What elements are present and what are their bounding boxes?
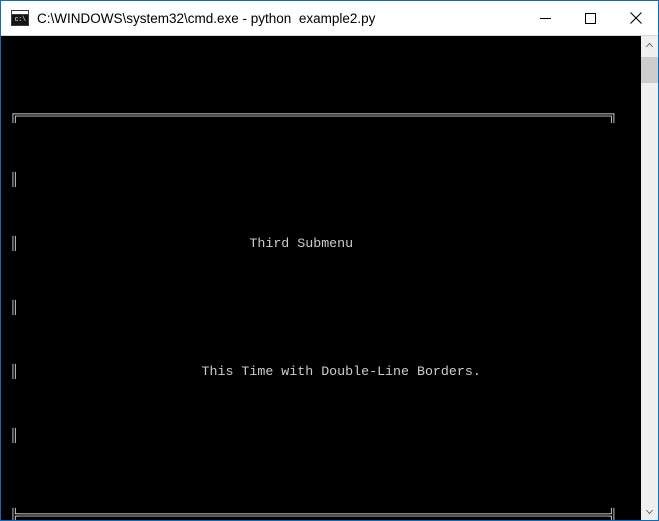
maximize-button[interactable] xyxy=(568,1,613,35)
menu-header-title-row: ║ Third Submenu xyxy=(1,236,640,252)
window-title: C:\WINDOWS\system32\cmd.exe - python exa… xyxy=(37,10,376,26)
console-icon: c:\ xyxy=(11,10,29,26)
vertical-scrollbar[interactable] xyxy=(640,36,658,520)
border-left: ║ xyxy=(10,172,18,187)
close-button[interactable] xyxy=(613,1,658,35)
border-left: ║ xyxy=(10,364,18,379)
menu-subtitle: This Time with Double-Line Borders. xyxy=(201,364,481,379)
border-left: ║ xyxy=(10,300,18,315)
border-left: ║ xyxy=(10,428,18,443)
minimize-button[interactable] xyxy=(523,1,568,35)
scroll-up-arrow[interactable] xyxy=(641,36,658,53)
header-blank-row-1: ║ xyxy=(1,172,640,188)
console-window: c:\ C:\WINDOWS\system32\cmd.exe - python… xyxy=(0,0,659,521)
scrollbar-track[interactable] xyxy=(641,53,658,503)
scroll-down-arrow[interactable] xyxy=(641,503,658,520)
header-blank-row-2: ║ xyxy=(1,300,640,316)
header-blank-row-3: ║ xyxy=(1,428,640,444)
menu-header-subtitle-row: ║ This Time with Double-Line Borders. xyxy=(1,364,640,380)
console-icon-glyph: c:\ xyxy=(12,15,28,25)
menu-border-top: ╔═══════════════════════════════════════… xyxy=(10,108,617,123)
console-output[interactable]: ╔═══════════════════════════════════════… xyxy=(1,36,640,520)
menu-border-middle-1: ╠═══════════════════════════════════════… xyxy=(10,508,617,520)
scroll-thumb[interactable] xyxy=(641,57,658,83)
title-bar[interactable]: c:\ C:\WINDOWS\system32\cmd.exe - python… xyxy=(1,1,658,36)
border-left: ║ xyxy=(10,236,18,251)
menu-title: Third Submenu xyxy=(249,236,354,251)
console-area: ╔═══════════════════════════════════════… xyxy=(1,36,658,520)
